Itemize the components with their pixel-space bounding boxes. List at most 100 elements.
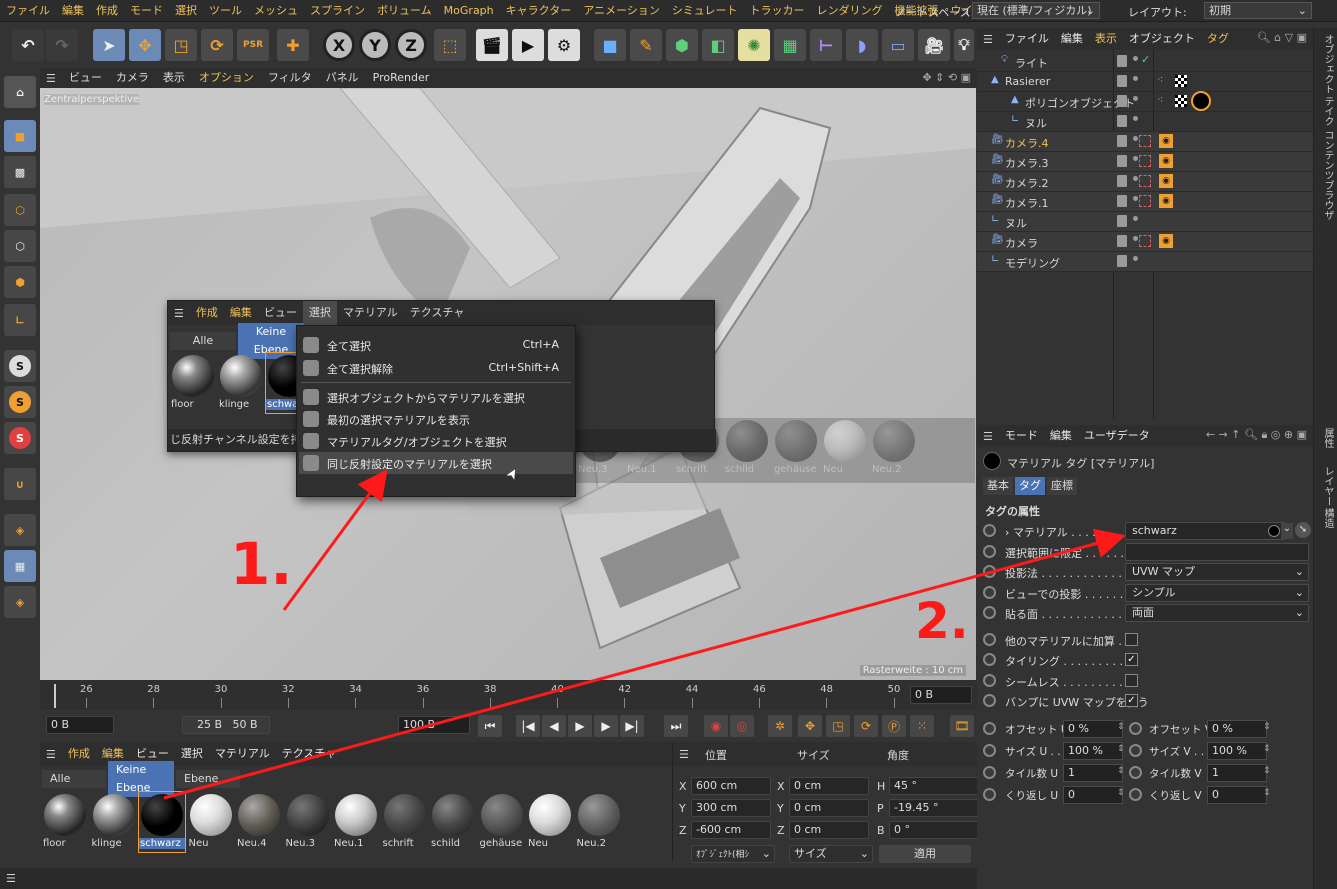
snap-settings-button[interactable]: S xyxy=(4,386,36,418)
visibility-dot[interactable] xyxy=(1133,76,1138,81)
side-tab[interactable]: 属性 xyxy=(1320,428,1335,448)
material-swatch[interactable]: Neu.1 xyxy=(333,792,379,852)
object-row[interactable]: 💡︎ ライト ✓ xyxy=(977,52,1313,72)
mograph-button[interactable]: ✺ xyxy=(738,29,770,61)
extrude-button[interactable]: ◧ xyxy=(702,29,734,61)
viewport-nav-icons[interactable]: ✥ ⇕ ⟲ ▣ xyxy=(922,71,971,84)
material-menu-item[interactable]: 作成 xyxy=(62,742,96,766)
animate-radio[interactable] xyxy=(1129,722,1142,735)
hamburger-icon[interactable]: ☰ xyxy=(40,72,62,85)
attribute-menu-item[interactable]: 編集 xyxy=(1044,425,1078,447)
side-tab[interactable]: テイク xyxy=(1320,96,1335,126)
texture-mode-button[interactable]: ▩ xyxy=(4,156,36,188)
viewport-menu-item[interactable]: ビュー xyxy=(62,68,109,88)
menu-item[interactable]: 編集 xyxy=(56,0,90,22)
move-tool-button[interactable]: ✥ xyxy=(129,29,161,61)
object-menu-item[interactable]: 編集 xyxy=(1055,28,1089,50)
object-menu-item[interactable]: オブジェクト xyxy=(1123,28,1201,50)
coord-size-field[interactable]: 0 cm xyxy=(789,821,869,839)
stepper-icon[interactable]: ⇕ xyxy=(1263,766,1271,776)
object-row[interactable]: 🎥︎ カメラ.3 ◉ xyxy=(977,152,1313,172)
attribute-tab[interactable]: 基本 xyxy=(983,477,1013,495)
material-tag-icon[interactable] xyxy=(1191,91,1211,111)
floating-menu-item[interactable]: 選択 xyxy=(302,301,337,325)
coord-position-field[interactable]: -600 cm xyxy=(691,821,771,839)
dropdown-item[interactable]: 全て選択 Ctrl+A xyxy=(299,334,573,356)
camera-tag-icon[interactable]: ◉ xyxy=(1159,154,1173,168)
menu-item[interactable]: 選択 xyxy=(169,0,203,22)
magnet-button[interactable]: ∪ xyxy=(4,468,36,500)
stepper-icon[interactable]: ⇕ xyxy=(1117,766,1125,776)
go-to-end-button[interactable]: ⏭ xyxy=(664,715,688,737)
camera-tag-icon[interactable]: ◉ xyxy=(1159,194,1173,208)
layer-color-swatch[interactable] xyxy=(1117,215,1127,227)
timeline-ruler[interactable]: 26 28 30 32 34 36 38 40 42 44 46 48 50 0 B xyxy=(40,680,977,710)
hamburger-icon[interactable]: ☰ xyxy=(977,430,999,443)
select-tool-button[interactable]: ➤ xyxy=(93,29,125,61)
render-view-button[interactable]: ▶ xyxy=(512,29,544,61)
undo-button[interactable]: ↶ xyxy=(12,29,44,61)
material-tab[interactable]: Alle xyxy=(42,770,106,788)
animate-radio[interactable] xyxy=(983,673,996,687)
attribute-checkbox[interactable]: ✓ xyxy=(1125,694,1138,707)
animate-radio[interactable] xyxy=(983,744,996,757)
snap-button[interactable]: S xyxy=(4,350,36,382)
camera-tag-icon[interactable]: ◉ xyxy=(1159,174,1173,188)
object-manager-icons[interactable]: 🔍︎ ⌂ ▽ ▣ xyxy=(1257,31,1307,44)
animate-radio[interactable] xyxy=(983,544,996,558)
animate-radio[interactable] xyxy=(1129,766,1142,779)
stepper-icon[interactable]: ⇕ xyxy=(1117,788,1125,798)
uv-value-field[interactable]: 100 % xyxy=(1207,742,1267,760)
phong-tag-icon[interactable]: ⁖ xyxy=(1157,73,1163,86)
side-tab[interactable]: コンテンツブラウザ xyxy=(1320,130,1335,220)
y-axis-button[interactable]: Y xyxy=(359,29,391,61)
uv-value-field[interactable]: 0 xyxy=(1207,786,1267,804)
visibility-dot[interactable] xyxy=(1133,256,1138,261)
hamburger-icon[interactable]: ☰ xyxy=(977,33,999,46)
node-space-select[interactable]: 現在 (標準/フィジカル) ⌄ xyxy=(972,2,1100,19)
key-param-button[interactable]: Ⓟ xyxy=(882,715,906,737)
animate-radio[interactable] xyxy=(983,694,996,707)
attribute-menu-item[interactable]: モード xyxy=(999,425,1044,447)
workplane-button[interactable]: ◈ xyxy=(4,514,36,546)
psr-button[interactable]: PSR xyxy=(237,29,269,61)
dropdown-item[interactable]: 選択オブジェクトからマテリアルを選択 xyxy=(299,386,573,408)
material-swatch[interactable]: Neu.4 xyxy=(236,792,282,852)
coord-mode-select[interactable]: ｵﾌﾞｼﾞｪｸﾄ(相ｼ ⌄ xyxy=(691,845,775,863)
visibility-dot[interactable] xyxy=(1133,136,1138,141)
camera-tag-icon[interactable]: ◉ xyxy=(1159,234,1173,248)
object-row[interactable]: ∟ モデリング xyxy=(977,252,1313,272)
key-scale-button[interactable]: ◳ xyxy=(826,715,850,737)
camera-button[interactable]: 🎥︎ xyxy=(918,29,950,61)
animate-radio[interactable] xyxy=(983,524,996,537)
viewport-menu-item[interactable]: カメラ xyxy=(109,68,156,88)
object-row[interactable]: 🎥︎ カメラ.2 ◉ xyxy=(977,172,1313,192)
menu-item[interactable]: モード xyxy=(124,0,169,22)
planar-workplane-button[interactable]: ◈ xyxy=(4,586,36,618)
attribute-nav-icons[interactable]: ← → ↑ 🔍︎ 🔒︎ ◎ ⊕ ▣ xyxy=(1206,428,1307,442)
visibility-dot[interactable] xyxy=(1133,96,1138,101)
animate-radio[interactable] xyxy=(983,722,996,735)
prev-frame-button[interactable]: ◀ xyxy=(542,715,566,737)
coord-angle-field[interactable]: 0 ° xyxy=(889,821,979,839)
side-tab[interactable]: 構造 xyxy=(1320,508,1335,528)
layer-color-swatch[interactable] xyxy=(1117,135,1127,147)
quantize-button[interactable]: S xyxy=(4,422,36,454)
object-row[interactable]: 🎥︎ カメラ.4 ◉ xyxy=(977,132,1313,152)
go-to-start-button[interactable]: ⏮ xyxy=(478,715,502,737)
attribute-select[interactable]: 両面 ⌄ xyxy=(1125,604,1309,622)
array-button[interactable]: ▦ xyxy=(774,29,806,61)
play-button[interactable]: ▶ xyxy=(568,715,592,737)
transform-button[interactable]: ✚ xyxy=(277,29,309,61)
phong-tag-icon[interactable]: ⁖ xyxy=(1157,93,1163,106)
stepper-icon[interactable]: ⇕ xyxy=(1263,722,1271,732)
edge-mode-button[interactable]: ⬡ xyxy=(4,230,36,262)
next-key-button[interactable]: ▶| xyxy=(620,715,644,737)
attribute-checkbox[interactable] xyxy=(1125,673,1138,687)
subdivision-button[interactable]: ⬢ xyxy=(666,29,698,61)
layer-color-swatch[interactable] xyxy=(1117,155,1127,167)
deformer-button[interactable]: ⊢ xyxy=(810,29,842,61)
locked-workplane-button[interactable]: ▦ xyxy=(4,550,36,582)
object-row[interactable]: ∟ ヌル xyxy=(977,212,1313,232)
chevron-down-icon[interactable]: ⌄ xyxy=(1281,523,1293,539)
